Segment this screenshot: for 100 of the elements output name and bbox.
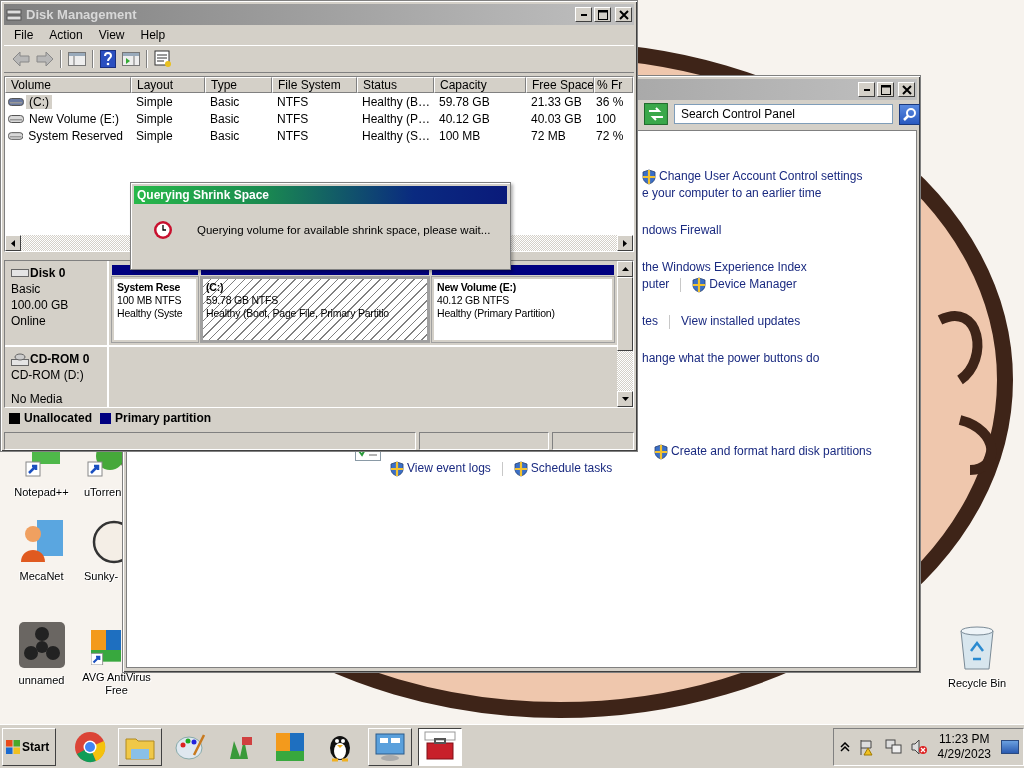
drive-icon bbox=[8, 130, 24, 141]
scroll-arrow-button[interactable] bbox=[617, 261, 633, 277]
control-panel-link[interactable]: Change User Account Control settings bbox=[659, 168, 863, 185]
disk-detail: Basic bbox=[11, 281, 42, 297]
search-icon bbox=[902, 107, 917, 121]
table-cell-text: 36 % bbox=[595, 94, 625, 109]
table-cell-text: NTFS bbox=[276, 111, 310, 126]
refresh-icon[interactable] bbox=[644, 103, 668, 125]
search-field[interactable]: Search Control Panel bbox=[673, 104, 894, 124]
column-header[interactable]: File System bbox=[272, 77, 357, 93]
table-cell-text: 72 MB bbox=[530, 128, 567, 143]
search-button[interactable] bbox=[899, 103, 920, 125]
desktop-icon-label[interactable]: Sunky- bbox=[84, 570, 119, 583]
partition-size: 40.12 GB NTFS bbox=[437, 294, 511, 307]
dialog-message: Querying volume for available shrink space, please wait... bbox=[197, 224, 491, 236]
disk-detail: 100.00 GB bbox=[11, 297, 70, 313]
table-cell: (C:) bbox=[26, 94, 52, 109]
drive-icon bbox=[8, 96, 24, 107]
legend-label: Primary partition bbox=[115, 411, 212, 425]
scroll-arrow-button[interactable] bbox=[5, 235, 21, 251]
action-pane-icon[interactable] bbox=[122, 51, 140, 67]
disk-name[interactable]: CD-ROM 0 bbox=[30, 351, 90, 367]
table-cell-text: 40.12 GB bbox=[438, 111, 491, 126]
clock-date: 4/29/2023 bbox=[937, 746, 991, 762]
partition-size: 100 MB NTFS bbox=[117, 294, 183, 307]
minimize-icon bbox=[863, 88, 870, 91]
menu-item[interactable]: File bbox=[7, 28, 41, 42]
flag-warning-icon[interactable] bbox=[857, 737, 876, 756]
control-panel-link[interactable]: e your computer to an earlier time bbox=[642, 185, 822, 202]
control-panel-link[interactable]: hange what the power buttons do bbox=[642, 350, 820, 367]
table-cell-text: NTFS bbox=[276, 94, 310, 109]
legend-label: Unallocated bbox=[24, 411, 92, 425]
control-panel-link[interactable]: the Windows Experience Index bbox=[642, 259, 807, 276]
desktop-icon-label[interactable]: AVG AntiVirus Free bbox=[81, 671, 152, 697]
desktop-icon-label[interactable]: unnamed bbox=[18, 674, 65, 687]
desktop-icon-label[interactable]: Recycle Bin bbox=[947, 677, 1007, 690]
triangle-right-icon bbox=[623, 239, 627, 247]
close-icon bbox=[901, 84, 912, 95]
menu-item[interactable]: Help bbox=[133, 28, 173, 42]
vertical-scrollbar[interactable] bbox=[617, 261, 633, 407]
disk-management-icon bbox=[6, 6, 22, 23]
control-panel-link[interactable]: Device Manager bbox=[709, 276, 797, 293]
partition-status: Healthy (Primary Partition) bbox=[437, 307, 556, 320]
column-header[interactable]: Volume bbox=[5, 77, 131, 93]
column-header[interactable]: Type bbox=[205, 77, 272, 93]
column-header[interactable]: % Fr bbox=[594, 77, 633, 93]
table-cell-text: Healthy (B… bbox=[361, 94, 432, 109]
network-icon[interactable] bbox=[883, 737, 902, 756]
desktop-icon-label[interactable]: Notepad++ bbox=[14, 486, 69, 499]
control-panel-link[interactable]: puter bbox=[642, 276, 670, 293]
control-panel-link[interactable]: Schedule tasks bbox=[530, 460, 613, 477]
menu-item[interactable]: Action bbox=[42, 28, 90, 42]
help-icon[interactable] bbox=[100, 50, 116, 68]
scroll-thumb[interactable] bbox=[617, 277, 633, 351]
table-cell-text: Healthy (S… bbox=[361, 128, 432, 143]
table-cell-text: 21.33 GB bbox=[530, 94, 583, 109]
control-panel-link[interactable]: Create and format hard disk partitions bbox=[671, 443, 872, 460]
triangle-up-icon bbox=[621, 267, 629, 271]
round-logo-icon bbox=[74, 730, 106, 763]
triangle-left-icon bbox=[11, 239, 15, 247]
console-tree-icon[interactable] bbox=[68, 51, 86, 67]
table-cell-text: Basic bbox=[209, 94, 241, 109]
partition-status: Healthy (Boot, Page File, Primary Partitio bbox=[206, 307, 390, 320]
fidget-spinner-icon bbox=[18, 622, 65, 668]
table-cell-text: 59.78 GB bbox=[438, 94, 491, 109]
volume-row[interactable]: New Volume (E:) Simple Basic NTFS Healthy (P… 40.12 GB 40.03 GB 100 bbox=[5, 110, 633, 127]
cd-drive-icon bbox=[11, 351, 29, 367]
volume-row[interactable]: (C:) Simple Basic NTFS Healthy (B… 59.78 GB 21.33 GB 36 % bbox=[5, 93, 633, 110]
desktop-icon-label[interactable]: MecaNet bbox=[19, 570, 64, 583]
chevron-up-icon[interactable] bbox=[839, 741, 850, 752]
table-cell-text: Basic bbox=[209, 128, 241, 143]
start-button[interactable]: Start bbox=[2, 727, 56, 766]
column-header[interactable]: Capacity bbox=[434, 77, 526, 93]
table-cell-text: Healthy (P… bbox=[361, 111, 432, 126]
dialog-title: Querying Shrink Space bbox=[137, 188, 270, 202]
triangle-down-icon bbox=[621, 397, 629, 401]
control-panel-link[interactable]: View installed updates bbox=[681, 313, 801, 330]
control-panel-link[interactable]: ndows Firewall bbox=[642, 222, 722, 239]
properties-icon[interactable] bbox=[154, 50, 172, 68]
taskbar-button[interactable] bbox=[418, 727, 462, 766]
show-desktop-button[interactable] bbox=[1001, 739, 1019, 754]
speaker-muted-icon[interactable] bbox=[909, 737, 928, 756]
column-header[interactable]: Layout bbox=[131, 77, 205, 93]
disk-detail: No Media bbox=[11, 391, 64, 407]
scroll-arrow-button[interactable] bbox=[617, 235, 633, 251]
column-header[interactable]: Free Space bbox=[526, 77, 594, 93]
partition-name: New Volume (E:) bbox=[437, 281, 518, 294]
desktop-icon-label[interactable]: uTorren bbox=[84, 486, 122, 499]
partition-size: 59.78 GB NTFS bbox=[206, 294, 280, 307]
control-panel-link[interactable]: View event logs bbox=[407, 460, 491, 477]
minimize-icon bbox=[580, 13, 587, 16]
scroll-arrow-button[interactable] bbox=[617, 391, 633, 407]
volume-row[interactable]: System Reserved Simple Basic NTFS Healthy (S… 100 MB 72 MB 72 % bbox=[5, 127, 633, 144]
maximize-icon bbox=[597, 9, 608, 20]
disk-name[interactable]: Disk 0 bbox=[30, 265, 66, 281]
table-cell-text: New Volume (E:) bbox=[28, 111, 121, 126]
control-panel-link[interactable]: tes bbox=[642, 313, 658, 330]
column-header[interactable]: Status bbox=[357, 77, 434, 93]
table-cell-text: 40.03 GB bbox=[530, 111, 583, 126]
menu-item[interactable]: View bbox=[91, 28, 132, 42]
